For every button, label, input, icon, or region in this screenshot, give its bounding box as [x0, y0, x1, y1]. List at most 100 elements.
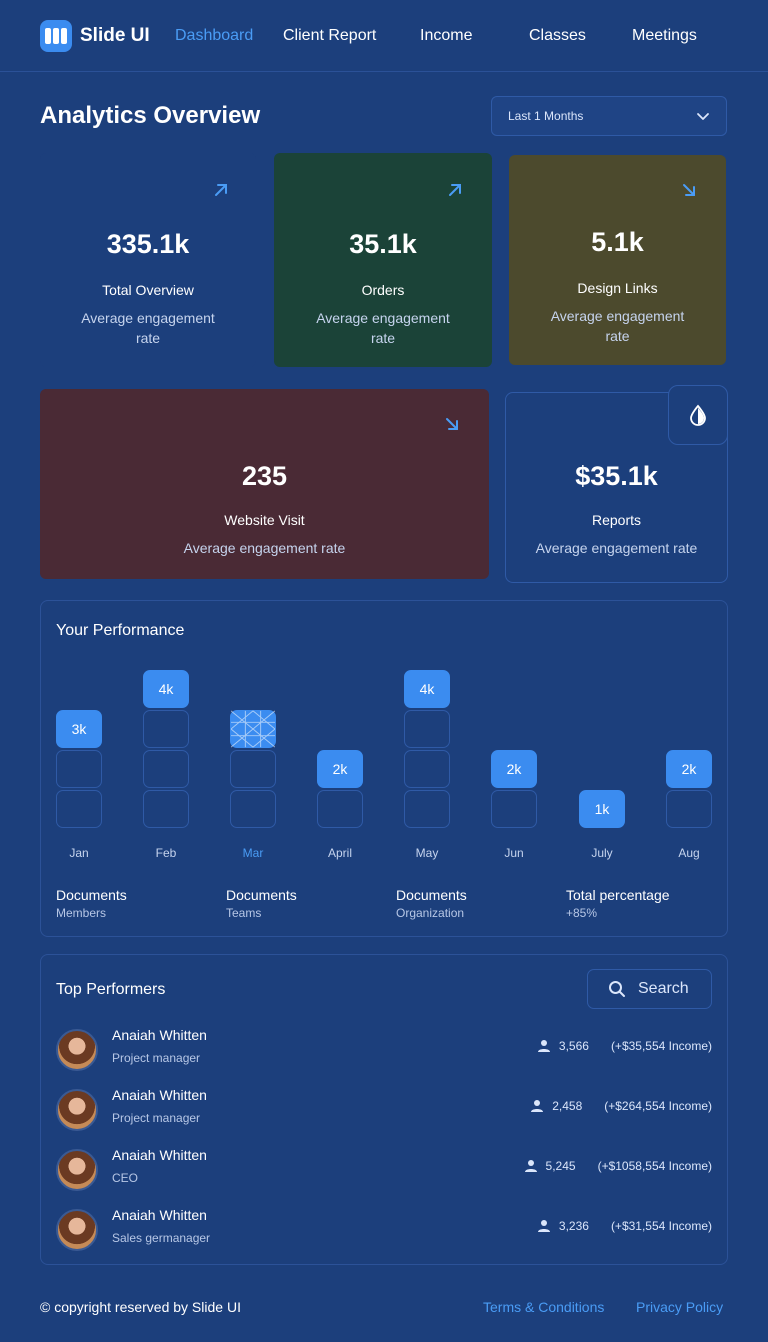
month-label: July	[591, 846, 613, 860]
pattern-icon	[231, 710, 275, 748]
bar-value-cell[interactable]: 4k	[404, 670, 450, 708]
bar-cell	[404, 750, 450, 788]
chevron-down-icon	[697, 113, 709, 120]
stat-card-design-links[interactable]: 5.1k Design Links Average engagement rat…	[509, 155, 726, 365]
performer-count: 3,236	[558, 1219, 589, 1233]
arrow-up-right-icon	[449, 184, 461, 196]
stat-subtitle: Average engagement rate	[550, 308, 685, 344]
bar-cell	[143, 790, 189, 828]
month-label: Aug	[678, 846, 700, 860]
summary-members: Documents Members	[56, 887, 127, 920]
nav-item-dashboard[interactable]: Dashboard	[175, 27, 253, 45]
avatar	[56, 1209, 98, 1251]
stat-card-website-visit[interactable]: 235 Website Visit Average engagement rat…	[40, 389, 489, 579]
performer-stats: 3,566 (+$35,554 Income)	[537, 1039, 712, 1053]
period-value: Last 1 Months	[508, 109, 584, 123]
nav-item-income[interactable]: Income	[420, 27, 472, 45]
bar-value-label: 4k	[419, 681, 435, 697]
bar-cell	[143, 710, 189, 748]
bar-cell	[666, 790, 712, 828]
bar-cell	[230, 790, 276, 828]
stat-label: Total Overview	[102, 282, 194, 298]
bar-cell	[143, 750, 189, 788]
month-label: April	[327, 846, 352, 860]
performer-income: (+$264,554 Income)	[604, 1099, 712, 1113]
stat-subtitle: Average engagement rate	[535, 540, 698, 556]
search-label: Search	[638, 980, 689, 997]
bar-value-cell[interactable]: 2k	[491, 750, 537, 788]
performer-stats: 5,245 (+$1058,554 Income)	[524, 1159, 712, 1173]
stat-label: Orders	[361, 282, 405, 298]
performer-count: 5,245	[545, 1159, 576, 1173]
bar-cell	[230, 750, 276, 788]
bar-value-label: 1k	[594, 801, 610, 817]
bar-value-cell[interactable]: 4k	[143, 670, 189, 708]
bar-value-label: 4k	[158, 681, 174, 697]
page-title: Analytics Overview	[40, 102, 261, 129]
brand-logo[interactable]: Slide UI	[40, 20, 150, 52]
user-icon	[531, 1100, 544, 1112]
bar-value-cell[interactable]: 2k	[666, 750, 712, 788]
bar-value-cell[interactable]: 1k	[579, 790, 625, 828]
bar-value-label: 2k	[506, 761, 522, 777]
performer-count: 3,566	[558, 1039, 589, 1053]
stat-value: $35.1k	[575, 461, 658, 491]
avatar	[56, 1029, 98, 1071]
stat-label: Website Visit	[224, 512, 305, 528]
nav-item-classes[interactable]: Classes	[529, 27, 586, 45]
stat-card-total-overview[interactable]: 335.1k Total Overview Average engagement…	[40, 153, 256, 367]
bar-cell	[56, 790, 102, 828]
period-dropdown[interactable]: Last 1 Months	[491, 96, 727, 136]
stat-value: 5.1k	[591, 227, 644, 257]
arrow-up-right-icon	[215, 184, 227, 196]
month-label: Mar	[242, 846, 264, 860]
top-performers-title: Top Performers	[56, 981, 166, 998]
performer-income: (+$31,554 Income)	[610, 1219, 712, 1233]
privacy-link[interactable]: Privacy Policy	[636, 1299, 723, 1315]
nav-item-client-report[interactable]: Client Report	[283, 27, 376, 45]
performer-count: 2,458	[552, 1099, 583, 1113]
stat-label: Reports	[591, 512, 642, 528]
water-drop-icon	[690, 404, 706, 426]
performer-row[interactable]: Anaiah Whitten Project manager 3,566 (+$…	[56, 1027, 712, 1071]
performer-role: CEO	[112, 1171, 139, 1185]
bar-cell	[56, 750, 102, 788]
water-drop-button[interactable]	[668, 385, 728, 445]
user-icon	[524, 1160, 537, 1172]
summary-title: Documents	[56, 887, 127, 903]
performer-row[interactable]: Anaiah Whitten CEO 5,245 (+$1058,554 Inc…	[56, 1147, 712, 1191]
bar-value-label: 3k	[71, 721, 87, 737]
stat-subtitle: Average engagement rate	[183, 540, 346, 556]
bar-value-cell[interactable]	[230, 710, 276, 748]
month-label: Jan	[69, 846, 89, 860]
bar-value-label: 2k	[681, 761, 697, 777]
month-label: Feb	[155, 846, 177, 860]
logo-icon	[40, 20, 72, 52]
stat-value: 35.1k	[349, 229, 417, 259]
user-icon	[537, 1220, 550, 1232]
bar-value-cell[interactable]: 3k	[56, 710, 102, 748]
terms-link[interactable]: Terms & Conditions	[483, 1299, 604, 1315]
bar-cell	[491, 790, 537, 828]
performer-role: Project manager	[112, 1111, 201, 1125]
performance-title: Your Performance	[56, 622, 185, 639]
bar-value-cell[interactable]: 2k	[317, 750, 363, 788]
nav-item-meetings[interactable]: Meetings	[632, 27, 697, 45]
bar-cell	[317, 790, 363, 828]
summary-subtitle: Organization	[396, 906, 465, 920]
avatar	[56, 1149, 98, 1191]
performer-income: (+$1058,554 Income)	[597, 1159, 712, 1173]
performer-role: Sales germanager	[112, 1231, 211, 1245]
performer-stats: 3,236 (+$31,554 Income)	[537, 1219, 712, 1233]
bar-value-label: 2k	[332, 761, 348, 777]
performer-row[interactable]: Anaiah Whitten Project manager 2,458 (+$…	[56, 1087, 712, 1131]
avatar	[56, 1089, 98, 1131]
search-button[interactable]: Search	[587, 969, 712, 1009]
stat-card-orders[interactable]: 35.1k Orders Average engagement rate	[274, 153, 492, 367]
performer-income: (+$35,554 Income)	[610, 1039, 712, 1053]
arrow-down-right-icon	[683, 184, 695, 196]
summary-teams: Documents Teams	[226, 887, 297, 920]
performer-row[interactable]: Anaiah Whitten Sales germanager 3,236 (+…	[56, 1207, 712, 1251]
performer-name: Anaiah Whitten	[112, 1027, 207, 1043]
summary-title: Documents	[396, 887, 467, 903]
